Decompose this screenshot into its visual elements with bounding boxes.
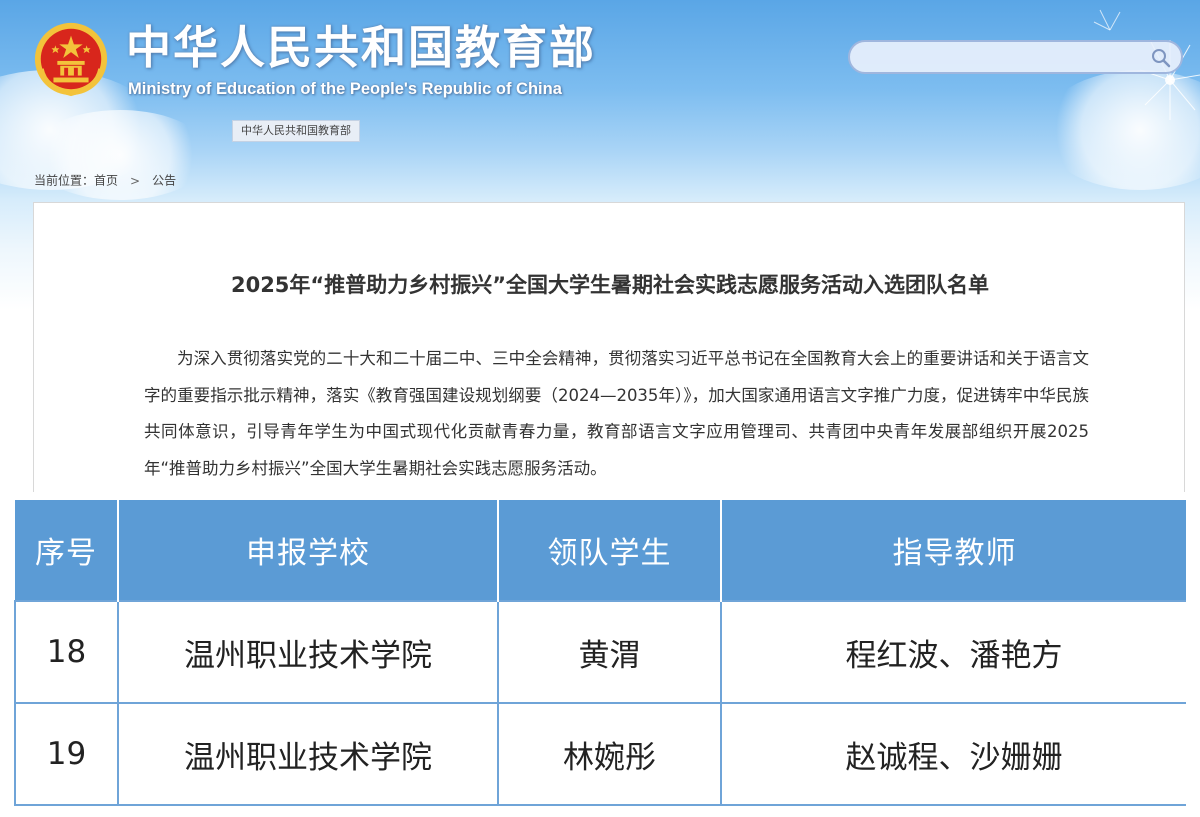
breadcrumb: 当前位置：首页 > 公告 (34, 171, 176, 189)
cell-student: 林婉彤 (497, 702, 722, 806)
national-emblem-icon (34, 22, 108, 97)
site-title: 中华人民共和国教育部 (126, 21, 597, 74)
breadcrumb-home-link[interactable]: 首页 (94, 174, 118, 188)
breadcrumb-label: 当前位置： (34, 173, 95, 188)
column-header-teacher: 指导教师 (721, 500, 1186, 601)
team-list-table: 序号 申报学校 领队学生 指导教师 18 温州职业技术学院 黄渭 程红波、潘艳方… (14, 500, 1186, 806)
chevron-right-icon: > (130, 173, 141, 188)
column-header-student: 领队学生 (498, 500, 722, 601)
table-row: 19 温州职业技术学院 林婉彤 赵诚程、沙姗姗 (14, 702, 1186, 806)
search-icon[interactable] (1151, 48, 1171, 68)
dandelion-decoration (1093, 9, 1200, 120)
table-row: 18 温州职业技术学院 黄渭 程红波、潘艳方 (14, 600, 1186, 704)
table-header-row: 序号 申报学校 领队学生 指导教师 (15, 500, 1186, 601)
cell-number: 19 (14, 702, 119, 806)
breadcrumb-current[interactable]: 公告 (152, 174, 176, 188)
cell-number: 18 (14, 600, 119, 704)
team-list-table-container: 序号 申报学校 领队学生 指导教师 18 温州职业技术学院 黄渭 程红波、潘艳方… (14, 500, 1186, 817)
cell-school: 温州职业技术学院 (117, 600, 499, 704)
search-input[interactable] (848, 40, 1183, 74)
article-container: 2025年“推普助力乡村振兴”全国大学生暑期社会实践志愿服务活动入选团队名单 为… (33, 202, 1185, 492)
site-subtitle: Ministry of Education of the People's Re… (128, 80, 562, 98)
cell-student: 黄渭 (497, 600, 722, 704)
column-header-school: 申报学校 (118, 500, 499, 601)
cell-teacher: 赵诚程、沙姗姗 (720, 702, 1186, 806)
cell-teacher: 程红波、潘艳方 (720, 600, 1186, 704)
site-header: 中华人民共和国教育部 Ministry of Education of the … (0, 0, 1200, 500)
column-header-number: 序号 (15, 500, 119, 601)
article-title: 2025年“推普助力乡村振兴”全国大学生暑期社会实践志愿服务活动入选团队名单 (230, 273, 990, 297)
cell-school: 温州职业技术学院 (117, 702, 499, 806)
article-body: 为深入贯彻落实党的二十大和二十届二中、三中全会精神，贯彻落实习近平总书记在全国教… (144, 349, 1089, 478)
ministry-tag[interactable]: 中华人民共和国教育部 (232, 120, 360, 142)
